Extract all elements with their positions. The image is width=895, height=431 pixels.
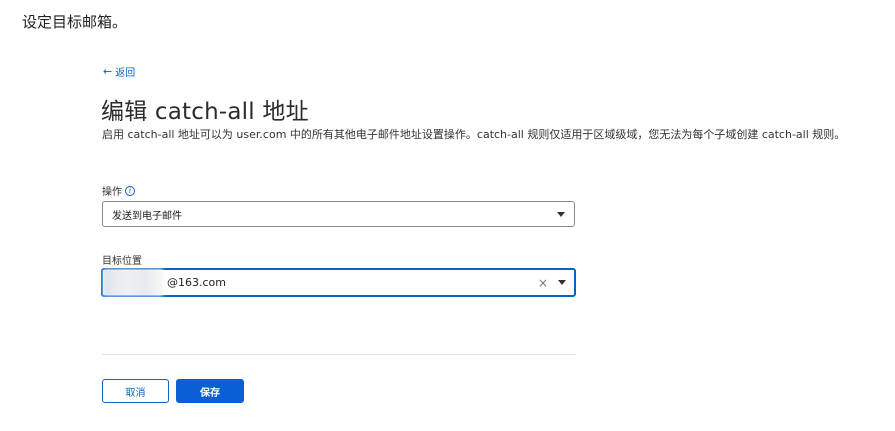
cancel-button[interactable]: 取消 xyxy=(102,379,169,403)
back-arrow-icon: ← xyxy=(103,65,113,78)
chevron-down-icon[interactable] xyxy=(558,280,566,285)
action-select-value: 发送到电子邮件 xyxy=(112,210,182,222)
save-button[interactable]: 保存 xyxy=(176,379,244,403)
target-label: 目标位置 xyxy=(102,252,142,267)
page-title: 编辑 catch-all 地址 xyxy=(101,99,309,125)
clear-icon[interactable]: × xyxy=(538,276,548,290)
divider xyxy=(102,354,576,355)
back-link[interactable]: ← 返回 xyxy=(103,64,135,79)
chevron-down-icon xyxy=(557,211,565,217)
target-label-text: 目标位置 xyxy=(102,256,142,267)
action-label-text: 操作 xyxy=(102,187,122,198)
target-email-input[interactable]: @163.com × xyxy=(101,268,576,297)
page-description: 启用 catch-all 地址可以为 user.com 中的所有其他电子邮件地址… xyxy=(102,128,846,141)
redacted-blur xyxy=(103,269,163,296)
target-email-value: @163.com xyxy=(167,276,226,289)
action-label: 操作 i xyxy=(102,183,135,198)
back-link-label: 返回 xyxy=(115,68,136,79)
action-select[interactable]: 发送到电子邮件 xyxy=(102,201,575,227)
caption-text: 设定目标邮箱。 xyxy=(22,13,128,31)
info-icon[interactable]: i xyxy=(125,185,135,196)
